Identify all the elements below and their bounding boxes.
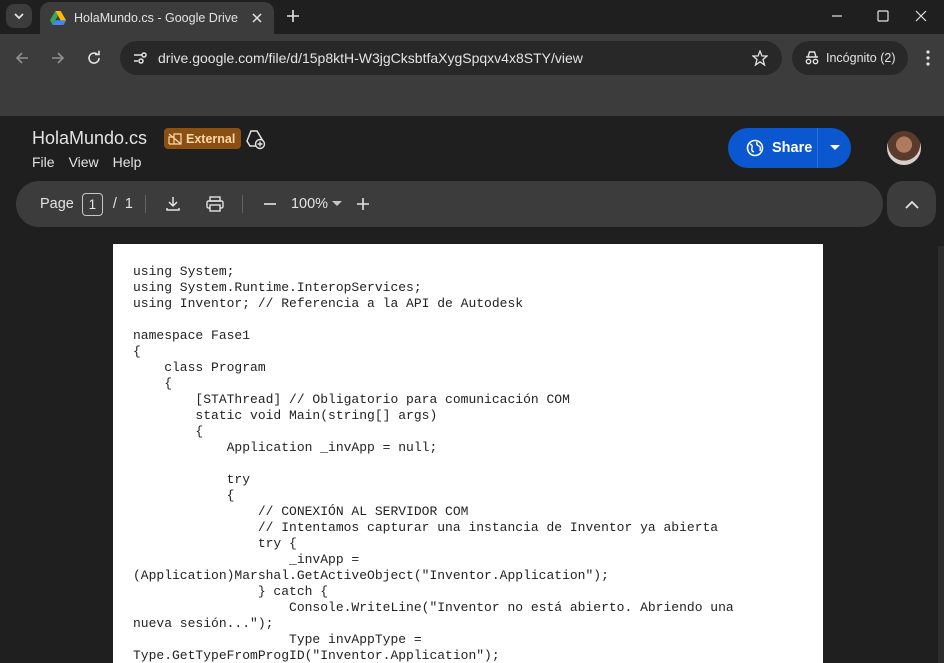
divider	[241, 195, 243, 213]
drive-icon	[50, 11, 66, 25]
code-line: Type.GetTypeFromProgID("Inventor.Applica…	[133, 648, 500, 663]
back-icon[interactable]	[8, 44, 36, 72]
download-icon[interactable]	[158, 189, 188, 219]
forward-icon[interactable]	[44, 44, 72, 72]
code-line: class Program	[133, 360, 266, 375]
tab-title: HolaMundo.cs - Google Drive	[74, 11, 238, 25]
code-line: using System;	[133, 264, 235, 279]
zoom-out-icon[interactable]	[255, 189, 285, 219]
chevron-down-icon	[14, 13, 24, 20]
reload-icon[interactable]	[80, 44, 108, 72]
browser-toolbar: drive.google.com/file/d/15p8ktH-W3jgCksb…	[0, 34, 944, 82]
incognito-icon	[805, 51, 819, 65]
code-line: (Application)Marshal.GetActiveObject("In…	[133, 568, 609, 583]
code-line: {	[133, 376, 173, 391]
page-toolbar: Page 1 / 1 100%	[16, 181, 883, 227]
code-line: {	[133, 344, 141, 359]
scrollbar[interactable]	[938, 246, 944, 663]
code-line: using Inventor; // Referencia a la API d…	[133, 296, 524, 311]
address-bar[interactable]: drive.google.com/file/d/15p8ktH-W3jgCksb…	[120, 41, 782, 75]
external-badge: External	[164, 128, 242, 149]
code-line: // CONEXIÓN AL SERVIDOR COM	[133, 504, 469, 519]
code-line: [STAThread] // Obligatorio para comunica…	[133, 392, 570, 407]
incognito-label: Incógnito (2)	[826, 51, 896, 65]
document-page: using System; using System.Runtime.Intero…	[113, 244, 823, 663]
menu-view[interactable]: View	[69, 154, 99, 170]
code-line: try	[133, 472, 251, 487]
site-info-icon[interactable]	[132, 50, 148, 66]
external-label: External	[186, 131, 236, 146]
more-vert-icon[interactable]	[916, 44, 940, 72]
minimize-icon[interactable]	[814, 0, 860, 32]
page-label: Page	[40, 196, 74, 212]
bookmarks-strip	[0, 82, 944, 116]
collapse-toolbar-button[interactable]	[887, 181, 936, 227]
menu-file[interactable]: File	[32, 154, 55, 170]
share-dropdown-button[interactable]	[818, 128, 851, 168]
active-tab[interactable]: HolaMundo.cs - Google Drive	[40, 2, 274, 34]
share-button-group: Share	[728, 128, 851, 168]
code-line: Application _invApp = null;	[133, 440, 438, 455]
code-line: _invApp =	[133, 552, 360, 567]
code-line: Type invAppType =	[133, 632, 422, 647]
globe-icon	[746, 139, 764, 157]
zoom-level[interactable]: 100%	[291, 196, 328, 212]
code-line: nueva sesión...");	[133, 616, 274, 631]
tab-search-button[interactable]	[6, 4, 32, 28]
share-label: Share	[772, 140, 813, 156]
avatar[interactable]	[887, 131, 921, 165]
page-separator: /	[112, 196, 117, 212]
close-icon[interactable]	[248, 9, 266, 27]
page-number-input[interactable]: 1	[81, 192, 103, 216]
drive-viewer: HolaMundo.cs External File View Help Sha…	[0, 116, 944, 663]
code-line: {	[133, 488, 235, 503]
code-line: Console.WriteLine("Inventor no está abie…	[133, 600, 734, 615]
file-name: HolaMundo.cs	[32, 128, 148, 148]
external-icon	[168, 132, 182, 145]
chevron-up-icon	[904, 200, 919, 209]
incognito-indicator[interactable]: Incógnito (2)	[792, 41, 908, 75]
add-shortcut-to-drive-icon[interactable]	[244, 128, 266, 150]
tab-strip: HolaMundo.cs - Google Drive	[0, 0, 944, 34]
code-line: } catch {	[133, 584, 329, 599]
code-line: try {	[133, 536, 297, 551]
divider	[144, 195, 146, 213]
code-line: namespace Fase1	[133, 328, 251, 343]
print-icon[interactable]	[200, 189, 230, 219]
plus-icon[interactable]	[282, 5, 304, 27]
window-close-icon[interactable]	[898, 0, 944, 32]
page-total: 1	[124, 196, 133, 212]
code-line: // Intentamos capturar una instancia de …	[133, 520, 719, 535]
url-text[interactable]: drive.google.com/file/d/15p8ktH-W3jgCksb…	[158, 50, 752, 66]
code-content: using System; using System.Runtime.Intero…	[133, 264, 823, 663]
code-line: using System.Runtime.InteropServices;	[133, 280, 422, 295]
caret-down-icon	[829, 145, 840, 150]
code-line: {	[133, 424, 204, 439]
zoom-dropdown-icon[interactable]	[332, 201, 343, 207]
menu-help[interactable]: Help	[113, 154, 142, 170]
menu-bar: File View Help	[32, 154, 141, 170]
share-button[interactable]: Share	[728, 128, 818, 168]
star-icon[interactable]	[752, 50, 768, 66]
zoom-in-icon[interactable]	[348, 189, 378, 219]
code-line: static void Main(string[] args)	[133, 408, 438, 423]
